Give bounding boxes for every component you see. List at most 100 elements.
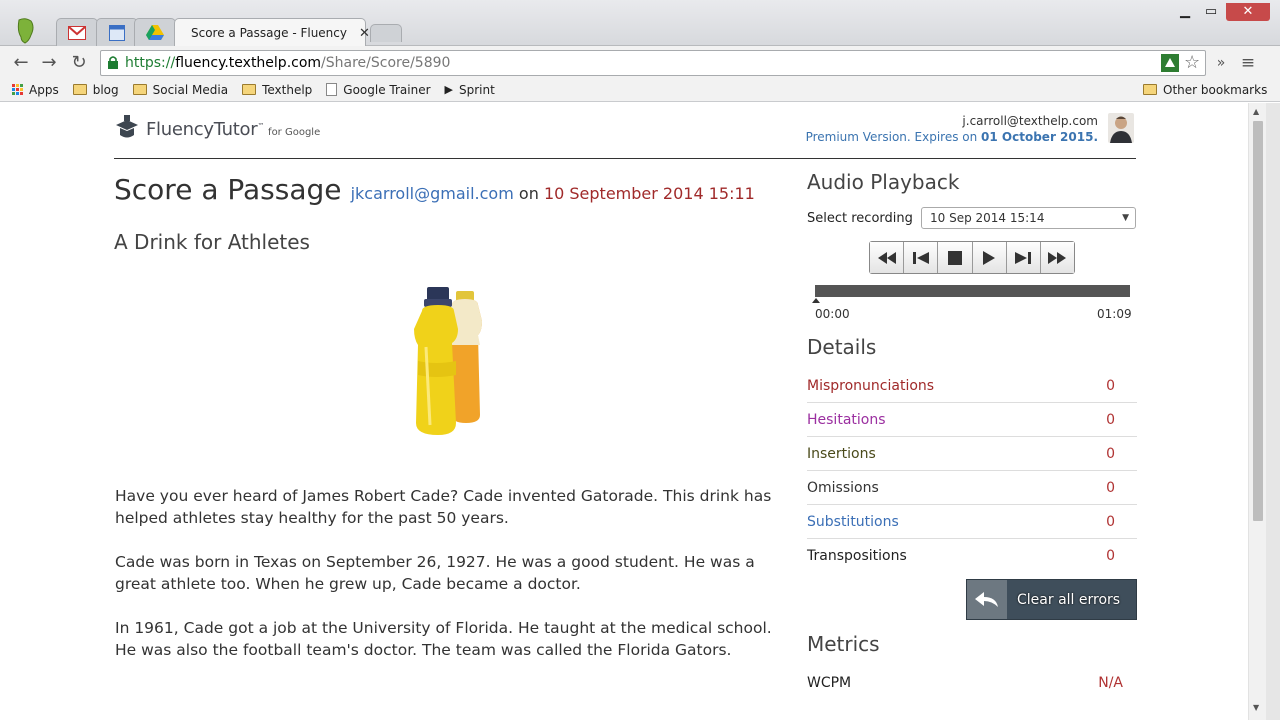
- clear-all-errors-button[interactable]: Clear all errors: [966, 579, 1137, 620]
- premium-notice: Premium Version. Expires on 01 October 2…: [805, 130, 1098, 144]
- logo-text: FluencyTutor™: [146, 118, 265, 140]
- tab-drive[interactable]: [134, 18, 176, 46]
- fluencytutor-logo-icon: [116, 115, 138, 138]
- new-tab-button[interactable]: [370, 24, 402, 42]
- folder-icon: [242, 84, 257, 95]
- menu-icon[interactable]: ≡: [1237, 52, 1259, 74]
- bookmark-google-trainer[interactable]: Google Trainer: [326, 83, 431, 97]
- step-back-icon: [912, 251, 929, 264]
- tab-title: Score a Passage - Fluency: [191, 26, 347, 40]
- fast-forward-button[interactable]: [1040, 242, 1075, 273]
- fast-forward-icon: [1048, 251, 1067, 264]
- logo-subtitle: for Google: [268, 126, 321, 138]
- playback-controls: [869, 241, 1075, 274]
- tab-evernote[interactable]: [8, 16, 42, 46]
- bookmark-blog[interactable]: blog: [72, 83, 119, 97]
- folder-icon: [132, 84, 147, 95]
- detail-row-omissions: Omissions 0: [807, 471, 1137, 505]
- close-window-icon[interactable]: ✕: [1226, 3, 1270, 21]
- time-start: 00:00: [815, 307, 850, 321]
- passage-paragraph-2: Cade was born in Texas on September 26, …: [115, 553, 755, 593]
- fluencytutor-logo[interactable]: FluencyTutor™ for Google: [114, 115, 320, 143]
- reload-icon[interactable]: ↻: [68, 52, 90, 74]
- gmail-icon: [68, 25, 86, 40]
- tab-calendar[interactable]: [96, 18, 138, 46]
- recording-select-row: Select recording 10 Sep 2014 15:14 ▼: [807, 207, 1136, 229]
- detail-value: 0: [1106, 480, 1115, 496]
- detail-label[interactable]: Transpositions: [807, 548, 907, 564]
- page-viewport: FluencyTutor™ for Google j.carroll@texth…: [0, 103, 1248, 720]
- undo-icon: [967, 580, 1007, 619]
- drive-icon: [146, 24, 164, 40]
- detail-value: 0: [1106, 446, 1115, 462]
- step-forward-button[interactable]: [1006, 242, 1041, 273]
- clear-all-errors-label: Clear all errors: [1017, 591, 1121, 608]
- audio-progress-track[interactable]: [815, 285, 1130, 297]
- detail-row-mispronunciations: Mispronunciations 0: [807, 369, 1137, 403]
- detail-label[interactable]: Substitutions: [807, 514, 899, 530]
- forward-icon[interactable]: →: [38, 52, 60, 74]
- detail-label[interactable]: Mispronunciations: [807, 378, 934, 394]
- extensions-overflow-icon[interactable]: »: [1210, 52, 1232, 74]
- back-icon[interactable]: ←: [10, 52, 32, 74]
- page-icon: [326, 83, 338, 96]
- address-bar[interactable]: https://fluency.texthelp.com/Share/Score…: [100, 50, 1206, 76]
- tab-gmail[interactable]: [56, 18, 98, 46]
- scrollbar-thumb[interactable]: [1253, 121, 1263, 521]
- scroll-down-icon[interactable]: ▼: [1253, 703, 1259, 712]
- window-edge: [1266, 103, 1280, 720]
- calendar-icon: [109, 24, 125, 41]
- stop-button[interactable]: [938, 242, 973, 273]
- folder-icon: [72, 84, 87, 95]
- tab-score-a-passage[interactable]: Score a Passage - Fluency ✕: [174, 18, 370, 47]
- chevron-down-icon: ▼: [1122, 213, 1129, 223]
- sprint-icon: ▶: [444, 83, 453, 96]
- folder-icon: [1143, 84, 1157, 95]
- page-scrollbar[interactable]: ▲ ▼: [1248, 103, 1266, 720]
- bookmark-apps[interactable]: Apps: [12, 83, 59, 97]
- play-icon: [983, 250, 996, 265]
- detail-label[interactable]: Insertions: [807, 446, 876, 462]
- details-heading: Details: [807, 335, 877, 359]
- detail-label[interactable]: Omissions: [807, 480, 879, 496]
- detail-label[interactable]: Hesitations: [807, 412, 886, 428]
- passage-paragraph-3: In 1961, Cade got a job at the Universit…: [115, 619, 772, 659]
- passage-image-sports-drinks: [352, 265, 552, 465]
- scroll-up-icon[interactable]: ▲: [1253, 107, 1259, 116]
- app-header: FluencyTutor™ for Google j.carroll@texth…: [114, 111, 1136, 159]
- bookmark-texthelp[interactable]: Texthelp: [242, 83, 312, 97]
- detail-value: 0: [1106, 378, 1115, 394]
- star-icon[interactable]: ☆: [1184, 52, 1200, 73]
- step-back-button[interactable]: [904, 242, 939, 273]
- metric-row-wcpm: WCPM N/A: [807, 675, 1137, 691]
- user-email[interactable]: j.carroll@texthelp.com: [806, 113, 1098, 129]
- apps-icon: [12, 84, 23, 95]
- bookmark-sprint[interactable]: ▶ Sprint: [445, 83, 495, 97]
- time-end: 01:09: [1097, 307, 1132, 321]
- detail-value: 0: [1106, 412, 1115, 428]
- metric-label: WCPM: [807, 675, 852, 691]
- passage-paragraph-1: Have you ever heard of James Robert Cade…: [115, 487, 772, 527]
- on-label: on: [518, 184, 539, 203]
- score-date: 10 September 2014 15:11: [543, 184, 755, 203]
- detail-value: 0: [1106, 548, 1115, 564]
- step-forward-icon: [1015, 251, 1032, 264]
- recording-select[interactable]: 10 Sep 2014 15:14 ▼: [921, 207, 1136, 229]
- url-text: https://fluency.texthelp.com/Share/Score…: [125, 55, 451, 71]
- student-email-link[interactable]: jkcarroll@gmail.com: [351, 184, 514, 203]
- bookmark-other[interactable]: Other bookmarks: [1143, 83, 1267, 97]
- stop-icon: [947, 250, 962, 265]
- play-button[interactable]: [972, 242, 1007, 273]
- audio-playback-heading: Audio Playback: [807, 170, 960, 194]
- maximize-icon[interactable]: ▭: [1196, 3, 1226, 21]
- detail-value: 0: [1106, 514, 1115, 530]
- extension-icon[interactable]: [1161, 54, 1179, 72]
- bookmark-social-media[interactable]: Social Media: [132, 83, 228, 97]
- audio-playhead[interactable]: [812, 298, 820, 303]
- detail-row-insertions: Insertions 0: [807, 437, 1137, 471]
- metrics-heading: Metrics: [807, 632, 880, 656]
- avatar[interactable]: [1108, 113, 1134, 143]
- select-recording-label: Select recording: [807, 210, 913, 226]
- rewind-start-button[interactable]: [870, 242, 905, 273]
- tab-close-icon[interactable]: ✕: [359, 26, 370, 41]
